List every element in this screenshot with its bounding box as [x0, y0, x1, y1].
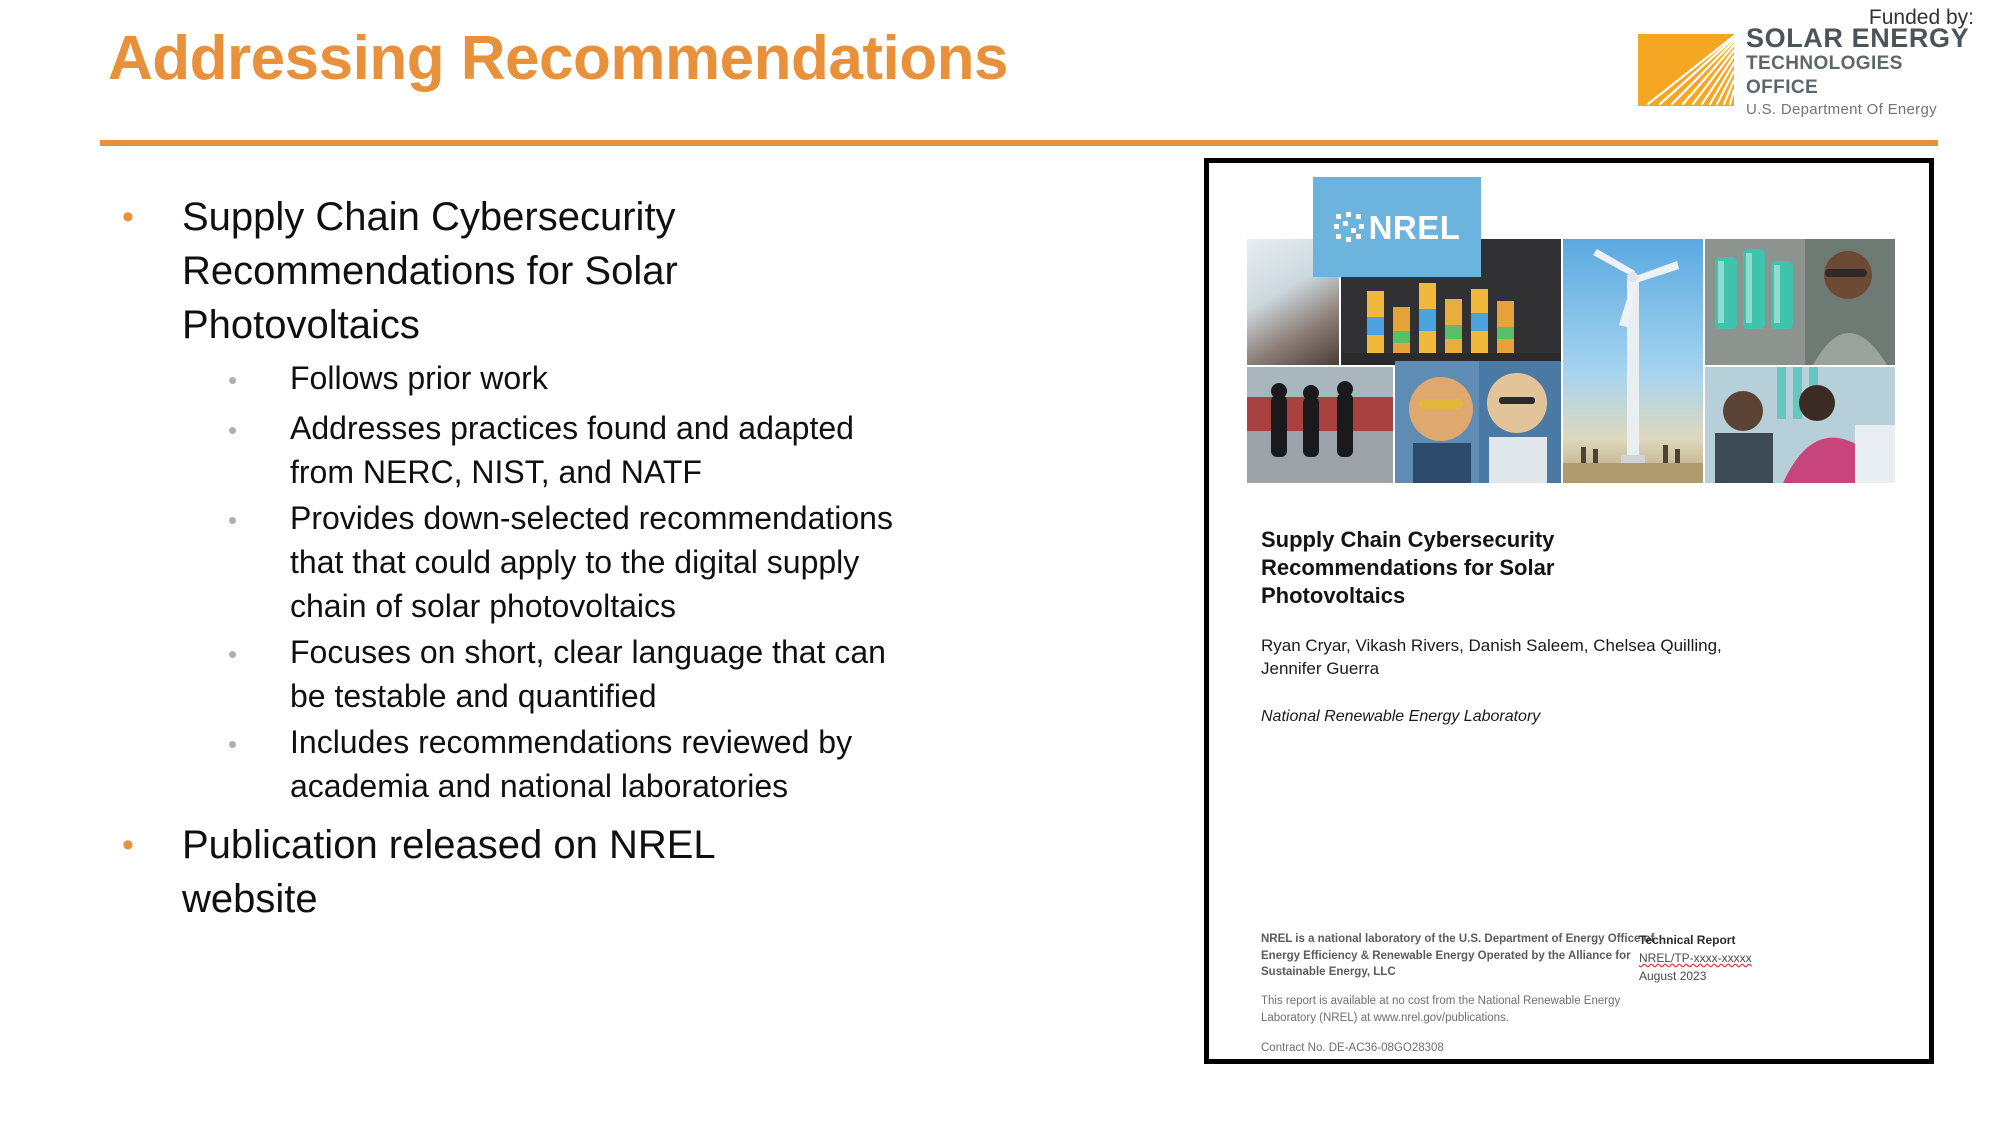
- report-footer-right: Technical Report NREL/TP-xxxx-xxxxx Augu…: [1639, 931, 1869, 985]
- report-type-label: Technical Report: [1639, 933, 1736, 947]
- seto-line-1: SOLAR ENERGY: [1746, 23, 1970, 54]
- bullet-marker: •: [122, 198, 134, 236]
- report-title: Supply Chain Cybersecurity Recommendatio…: [1261, 527, 1555, 609]
- report-cover-page: NREL Supply Chain Cybersecurity Recommen…: [1209, 163, 1929, 1059]
- photo-technicians-working: [1705, 367, 1895, 483]
- title-divider-rule: [100, 140, 1938, 146]
- bullet-level1: • Supply Chain Cybersecurity Recommendat…: [100, 190, 1100, 352]
- report-footer-left: NREL is a national laboratory of the U.S…: [1261, 931, 1661, 1057]
- photo-wind-turbine: [1563, 239, 1703, 483]
- report-number: NREL/TP-xxxx-xxxxx: [1639, 951, 1752, 965]
- nrel-logo-text: NREL: [1368, 208, 1461, 246]
- bullet-level2: • Follows prior work: [100, 356, 1100, 404]
- report-footer-lab-statement: NREL is a national laboratory of the U.S…: [1261, 933, 1655, 979]
- bullet-text: Addresses practices found and adapted fr…: [290, 410, 854, 490]
- report-footer-contract: Contract No. DE-AC36-08GO28308: [1261, 1042, 1444, 1055]
- report-cover-thumbnail[interactable]: NREL Supply Chain Cybersecurity Recommen…: [1204, 158, 1934, 1064]
- report-footer-availability: This report is available at no cost from…: [1261, 995, 1621, 1024]
- bullet-level2: • Focuses on short, clear language that …: [100, 630, 1100, 718]
- nrel-dot-mark: [1333, 212, 1364, 242]
- photo-lab-technician-vials: [1705, 239, 1895, 365]
- nrel-logo: NREL: [1313, 177, 1481, 277]
- photo-two-researchers-portrait: [1395, 361, 1561, 483]
- bullet-text: Provides down-selected recommendations t…: [290, 500, 893, 624]
- report-authors: Ryan Cryar, Vikash Rivers, Danish Saleem…: [1261, 636, 1722, 678]
- bullet-marker: •: [228, 365, 238, 395]
- bullet-marker: •: [122, 826, 134, 864]
- solar-energy-technologies-office-logo: SOLAR ENERGY TECHNOLOGIES OFFICE U.S. De…: [1638, 25, 1978, 118]
- bullet-body: • Supply Chain Cybersecurity Recommendat…: [100, 190, 1100, 930]
- seto-wordmark: SOLAR ENERGY TECHNOLOGIES OFFICE U.S. De…: [1734, 25, 1978, 118]
- page-title: Addressing Recommendations: [108, 24, 1008, 93]
- seto-line-3: U.S. Department Of Energy: [1746, 100, 1937, 118]
- report-date: August 2023: [1639, 969, 1707, 983]
- sub-bullet-list: • Follows prior work • Addresses practic…: [100, 356, 1100, 808]
- bullet-text: Focuses on short, clear language that ca…: [290, 634, 886, 714]
- bullet-text: Publication released on NREL website: [182, 823, 715, 921]
- bullet-marker: •: [228, 505, 238, 535]
- bullet-text: Follows prior work: [290, 360, 548, 396]
- bullet-marker: •: [228, 639, 238, 669]
- bullet-level1: • Publication released on NREL website: [100, 818, 1100, 926]
- bullet-level2: • Provides down-selected recommendations…: [100, 496, 1100, 628]
- sunburst-icon: [1638, 34, 1734, 107]
- funder-block: Funded by: SOLAR ENERGY TECHNOLOGIES OFF…: [1638, 6, 1978, 118]
- cover-photo-collage: NREL: [1247, 177, 1895, 483]
- report-affiliation: National Renewable Energy Laboratory: [1261, 708, 1541, 725]
- bullet-marker: •: [228, 729, 238, 759]
- bullet-text: Includes recommendations reviewed by aca…: [290, 724, 853, 804]
- bullet-text: Supply Chain Cybersecurity Recommendatio…: [182, 195, 678, 347]
- bullet-marker: •: [228, 415, 238, 445]
- slide-header: Addressing Recommendations Funded by: SO…: [0, 0, 2000, 150]
- photo-field-crew-silhouette: [1247, 367, 1393, 483]
- seto-line-2: TECHNOLOGIES OFFICE: [1746, 53, 1903, 98]
- bullet-level2: • Includes recommendations reviewed by a…: [100, 720, 1100, 808]
- bullet-level2: • Addresses practices found and adapted …: [100, 406, 1100, 494]
